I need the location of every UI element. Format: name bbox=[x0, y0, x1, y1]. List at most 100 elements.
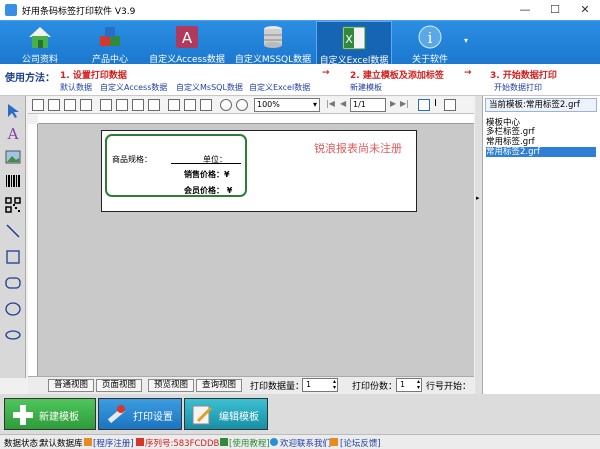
text-cursor-icon[interactable]: I bbox=[434, 98, 437, 109]
wrench-icon bbox=[107, 405, 125, 424]
step1-link-default[interactable]: 默认数据 bbox=[60, 82, 92, 93]
svg-text:X: X bbox=[345, 33, 353, 46]
step1-link-excel[interactable]: 自定义Excel数据 bbox=[249, 82, 310, 93]
maximize-button[interactable]: ☐ bbox=[540, 0, 570, 20]
template-item[interactable]: 常用标签.grf bbox=[486, 137, 596, 147]
pointer-icon[interactable] bbox=[4, 102, 22, 120]
qrcode-tool-icon[interactable] bbox=[4, 196, 22, 214]
step2-link-new[interactable]: 新建模板 bbox=[350, 82, 382, 93]
text-tool-icon[interactable]: A bbox=[4, 124, 22, 142]
ellipse-tool-icon[interactable] bbox=[4, 300, 22, 318]
step1-link-mssql[interactable]: 自定义MsSQL数据 bbox=[176, 82, 243, 93]
template-item-selected[interactable]: 常用标签2.grf bbox=[486, 147, 596, 157]
barcode-tool-icon[interactable] bbox=[4, 172, 22, 190]
toolbar-company-button[interactable]: 公司资料 bbox=[12, 21, 68, 65]
copies-input[interactable]: 1 ▴ ▾ bbox=[396, 378, 422, 392]
cubes-icon bbox=[100, 27, 120, 46]
print-icon[interactable] bbox=[48, 99, 60, 111]
tab-preview-view[interactable]: 预览视图 bbox=[148, 379, 194, 392]
svg-text:i: i bbox=[428, 29, 433, 47]
select-icon[interactable] bbox=[444, 99, 456, 111]
spinner-icon[interactable]: ▴ ▾ bbox=[417, 379, 420, 391]
toolbar-access-button[interactable]: A 自定义Access数据 bbox=[146, 21, 228, 65]
image-tool-icon[interactable] bbox=[4, 148, 22, 166]
unit-label: 单位： bbox=[203, 155, 227, 164]
new-template-button[interactable]: 新建模板 bbox=[4, 398, 96, 430]
status-bar: 数据状态： 默认数据库 [程序注册] 序列号:583FCDDB... [使用教程… bbox=[0, 434, 600, 449]
print-qty-label: 打印数据量： bbox=[250, 382, 305, 392]
page-input[interactable]: 1/1 bbox=[350, 98, 386, 112]
copies-value: 1 bbox=[400, 380, 406, 389]
plus-icon bbox=[13, 405, 33, 425]
title-bar: 好用条码标签打印软件 V3.9 — ☐ ✕ bbox=[0, 0, 600, 20]
print-settings-button[interactable]: 打印设置 bbox=[98, 398, 182, 430]
main-toolbar: 公司资料 产品中心 A 自定义Access数据 自定义MSSQL数据 X 自定义… bbox=[0, 20, 600, 66]
export-icon[interactable] bbox=[100, 99, 112, 111]
rectangle-tool-icon[interactable] bbox=[4, 248, 22, 266]
collapse-arrow-icon[interactable]: ▸ bbox=[476, 194, 480, 202]
forum-link[interactable]: [论坛反馈] bbox=[340, 437, 381, 449]
close-button[interactable]: ✕ bbox=[570, 0, 600, 20]
open-icon[interactable] bbox=[80, 99, 92, 111]
print-qty-input[interactable]: 1 ▴ ▾ bbox=[302, 378, 338, 392]
layout-icon[interactable] bbox=[168, 99, 180, 111]
tutorial-icon bbox=[220, 438, 228, 446]
label-page[interactable]: 商品规格： 单位： 销售价格：¥ 会员价格： ¥ 锐浪报表尚未注册 bbox=[101, 130, 417, 212]
spec-label: 商品规格： bbox=[112, 155, 152, 164]
toolbar-product-button[interactable]: 产品中心 bbox=[80, 21, 140, 65]
svg-text:A: A bbox=[7, 125, 19, 142]
template-item[interactable]: 多栏标签.grf bbox=[486, 127, 596, 137]
access-icon: A bbox=[176, 26, 198, 48]
vertical-ruler bbox=[28, 124, 38, 376]
tab-normal-view[interactable]: 普通视图 bbox=[48, 379, 94, 392]
minimize-button[interactable]: — bbox=[510, 0, 540, 20]
page-setup-icon[interactable] bbox=[32, 99, 44, 111]
chevron-down-icon: ▾ bbox=[312, 100, 317, 109]
panel-splitter[interactable]: ▸ bbox=[475, 96, 482, 394]
line-tool-icon[interactable] bbox=[4, 222, 22, 240]
toolbar-overflow-icon[interactable]: ▾ bbox=[464, 36, 468, 45]
svg-text:A: A bbox=[182, 29, 193, 47]
edit-template-button[interactable]: 编辑模板 bbox=[184, 398, 268, 430]
toolbar-excel-button[interactable]: X 自定义Excel数据 bbox=[316, 21, 392, 66]
zoom-out-icon[interactable] bbox=[236, 99, 248, 111]
design-canvas[interactable]: 商品规格： 单位： 销售价格：¥ 会员价格： ¥ 锐浪报表尚未注册 bbox=[38, 124, 474, 376]
step2-title: 2. 建立模板及添加标签 bbox=[350, 71, 444, 81]
print-preview-icon[interactable] bbox=[64, 99, 76, 111]
usage-heading: 使用方法： bbox=[5, 73, 55, 84]
circle-tool-icon[interactable] bbox=[4, 326, 22, 344]
toolbar-about-button[interactable]: i 关于软件 bbox=[400, 21, 460, 65]
tab-page-view[interactable]: 页面视图 bbox=[96, 379, 142, 392]
tutorial-link[interactable]: [使用教程] bbox=[229, 437, 270, 449]
edit-icon bbox=[192, 405, 213, 425]
zoom-in-icon[interactable] bbox=[220, 99, 232, 111]
export-image-icon[interactable] bbox=[132, 99, 144, 111]
step1-link-access[interactable]: 自定义Access数据 bbox=[100, 82, 167, 93]
window-title: 好用条码标签打印软件 V3.9 bbox=[22, 7, 136, 17]
layout-cols-icon[interactable] bbox=[200, 99, 212, 111]
tab-query-view[interactable]: 查询视图 bbox=[196, 379, 242, 392]
zoom-select[interactable]: 100% ▾ bbox=[254, 98, 320, 112]
next-page-icon[interactable]: ▶ bbox=[390, 99, 396, 108]
step3-link-print[interactable]: 开始数据打印 bbox=[494, 82, 542, 93]
print-qty-value: 1 bbox=[306, 380, 312, 389]
hand-icon[interactable] bbox=[418, 99, 430, 111]
rounded-rectangle-tool-icon[interactable] bbox=[4, 274, 22, 292]
db-state-value: 默认数据库 bbox=[40, 439, 83, 449]
row-start-label: 行号开始： bbox=[426, 382, 472, 392]
toolbar-mssql-button[interactable]: 自定义MSSQL数据 bbox=[232, 21, 314, 65]
register-link[interactable]: [程序注册] bbox=[93, 437, 134, 449]
contact-link[interactable]: 欢迎联系我们 bbox=[280, 437, 331, 449]
last-page-icon[interactable]: ▶| bbox=[400, 99, 409, 108]
spinner-icon[interactable]: ▴ ▾ bbox=[333, 379, 336, 391]
usage-guide: 使用方法： 1. 设置打印数据 默认数据 自定义Access数据 自定义MsSQ… bbox=[0, 64, 600, 96]
first-page-icon[interactable]: |◀ bbox=[326, 99, 335, 108]
prev-page-icon[interactable]: ◀ bbox=[340, 99, 346, 108]
key-icon bbox=[136, 438, 144, 446]
export-pdf-icon[interactable] bbox=[116, 99, 128, 111]
save-icon[interactable] bbox=[148, 99, 160, 111]
layout-grid-icon[interactable] bbox=[184, 99, 196, 111]
excel-icon: X bbox=[342, 26, 366, 50]
label-frame[interactable]: 商品规格： 单位： 销售价格：¥ 会员价格： ¥ bbox=[105, 134, 247, 197]
house-icon bbox=[29, 27, 51, 48]
